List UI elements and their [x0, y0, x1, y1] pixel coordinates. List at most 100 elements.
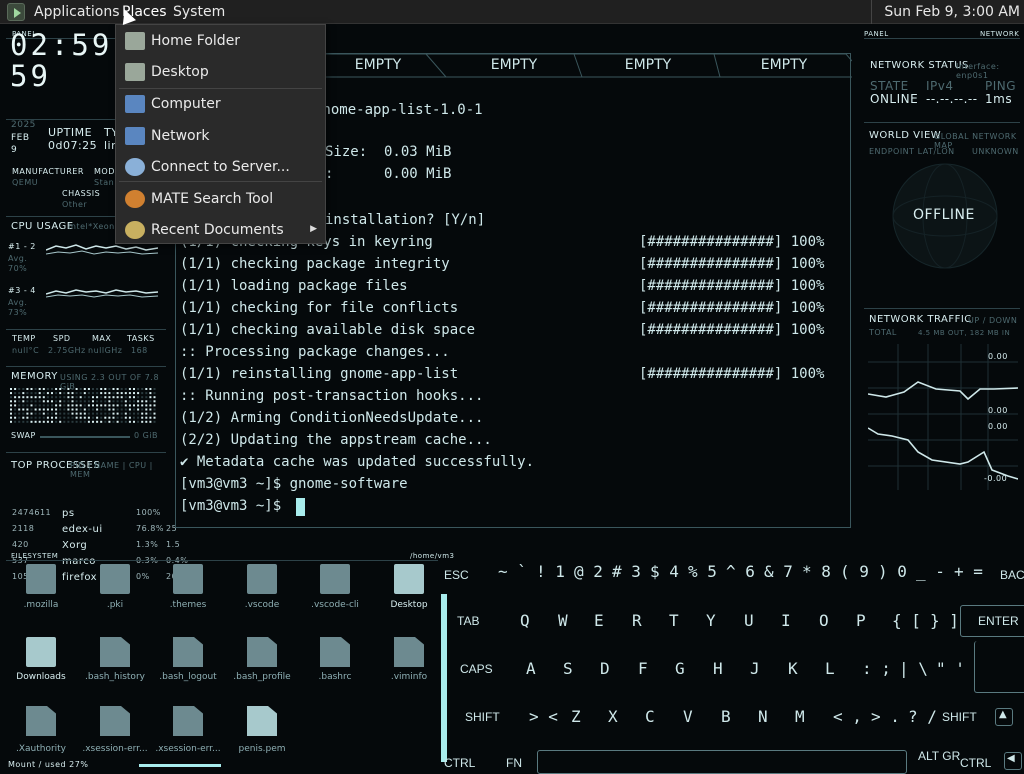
key[interactable]: _ - [916, 562, 945, 581]
key-backspace[interactable]: BACK [1000, 568, 1024, 582]
cpu-core2-graph [46, 289, 158, 298]
key[interactable]: Q [520, 611, 530, 630]
key[interactable]: J [750, 659, 760, 678]
key[interactable]: " ' [936, 659, 965, 678]
key[interactable]: & 7 [764, 562, 793, 581]
key[interactable]: H [713, 659, 723, 678]
places-item-home-folder[interactable]: Home Folder [116, 27, 325, 57]
key[interactable]: I [781, 611, 791, 630]
key[interactable]: N [758, 707, 768, 726]
key[interactable]: A [526, 659, 536, 678]
traffic-total-value: 4.5 MB OUT, 182 MB IN [918, 329, 1011, 337]
enter-key-box-lower[interactable] [974, 641, 1024, 693]
folder-icon[interactable] [26, 564, 56, 594]
folder-icon[interactable] [173, 564, 203, 594]
key[interactable]: # 3 [612, 562, 641, 581]
key[interactable]: W [558, 611, 568, 630]
key[interactable]: ^ 6 [726, 562, 755, 581]
terminal-line: gnome-app-list-1.0-1 [314, 102, 483, 118]
key[interactable]: ~ ` [498, 562, 527, 581]
folder-icon[interactable] [100, 564, 130, 594]
key[interactable]: ) 0 [878, 562, 907, 581]
key-shift-left[interactable]: SHIFT [465, 710, 500, 724]
key[interactable]: D [600, 659, 610, 678]
key[interactable]: | \ [899, 659, 928, 678]
key-alt-gr[interactable]: ALT GR [918, 749, 960, 763]
key[interactable]: G [675, 659, 685, 678]
key[interactable]: S [563, 659, 573, 678]
key[interactable]: * 8 [802, 562, 831, 581]
key-caps[interactable]: CAPS [460, 662, 493, 676]
key[interactable]: X [608, 707, 618, 726]
file-icon[interactable] [320, 637, 350, 667]
key[interactable]: F [638, 659, 648, 678]
key[interactable]: > . [871, 707, 900, 726]
key-enter[interactable]: ENTER [978, 614, 1019, 628]
applications-menu[interactable]: Applications [34, 4, 120, 20]
terminal-tab-4[interactable]: EMPTY [722, 53, 846, 77]
key[interactable]: ? / [908, 707, 937, 726]
file-icon[interactable] [247, 637, 277, 667]
file-icon[interactable] [100, 706, 130, 736]
places-item-desktop[interactable]: Desktop [116, 58, 325, 88]
file-icon[interactable] [173, 637, 203, 667]
key-shift-right[interactable]: SHIFT [942, 710, 977, 724]
key[interactable]: E [594, 611, 604, 630]
places-item-connect-to-server[interactable]: Connect to Server... [116, 153, 325, 183]
memory-dot [141, 416, 144, 419]
world-view-title: WORLD VIEW [869, 130, 942, 141]
key[interactable]: $ 4 [650, 562, 679, 581]
key[interactable]: B [721, 707, 731, 726]
file-icon[interactable] [26, 706, 56, 736]
places-item-recent-documents[interactable]: Recent Documents ▶ [116, 216, 325, 246]
terminal-tab-1[interactable]: EMPTY [326, 53, 430, 77]
mate-logo-icon[interactable] [7, 3, 25, 21]
terminal-line: :: Processing package changes... [180, 344, 450, 360]
folder-icon[interactable] [394, 564, 424, 594]
terminal-tab-2[interactable]: EMPTY [454, 53, 574, 77]
key[interactable]: { [ [892, 611, 921, 630]
key[interactable]: K [788, 659, 798, 678]
key[interactable]: R [632, 611, 642, 630]
key[interactable]: V [683, 707, 693, 726]
clock-applet[interactable]: Sun Feb 9, 3:00 AM [871, 0, 1024, 24]
key[interactable]: L [825, 659, 835, 678]
key[interactable]: < , [833, 707, 862, 726]
key[interactable]: : ; [862, 659, 891, 678]
file-icon[interactable] [100, 637, 130, 667]
memory-dot [108, 412, 111, 415]
file-icon[interactable] [394, 637, 424, 667]
folder-icon[interactable] [26, 637, 56, 667]
key[interactable]: O [819, 611, 829, 630]
spacebar[interactable] [537, 750, 907, 774]
key[interactable]: U [744, 611, 754, 630]
key[interactable]: ( 9 [840, 562, 869, 581]
folder-icon[interactable] [247, 564, 277, 594]
places-item-mate-search-tool[interactable]: MATE Search Tool [116, 185, 325, 215]
folder-icon[interactable] [320, 564, 350, 594]
key-esc[interactable]: ESC [444, 568, 469, 582]
key[interactable]: M [795, 707, 805, 726]
memory-dot [112, 392, 115, 395]
key[interactable]: > < [529, 707, 558, 726]
key[interactable]: P [856, 611, 866, 630]
key[interactable]: % 5 [688, 562, 717, 581]
key[interactable]: C [645, 707, 655, 726]
key[interactable]: Z [571, 707, 581, 726]
memory-dot [59, 412, 62, 415]
key[interactable]: ! 1 [536, 562, 565, 581]
key-tab[interactable]: TAB [457, 614, 479, 628]
memory-dot [104, 408, 107, 411]
system-menu[interactable]: System [173, 4, 225, 20]
key[interactable]: T [669, 611, 679, 630]
key[interactable]: + = [954, 562, 983, 581]
key[interactable]: Y [706, 611, 716, 630]
terminal-tab-3[interactable]: EMPTY [588, 53, 708, 77]
memory-dot [30, 412, 33, 415]
key[interactable]: } ] [930, 611, 959, 630]
places-item-computer[interactable]: Computer [116, 90, 325, 120]
file-icon[interactable] [247, 706, 277, 736]
places-item-network[interactable]: Network [116, 122, 325, 152]
key[interactable]: @ 2 [574, 562, 603, 581]
file-icon[interactable] [173, 706, 203, 736]
